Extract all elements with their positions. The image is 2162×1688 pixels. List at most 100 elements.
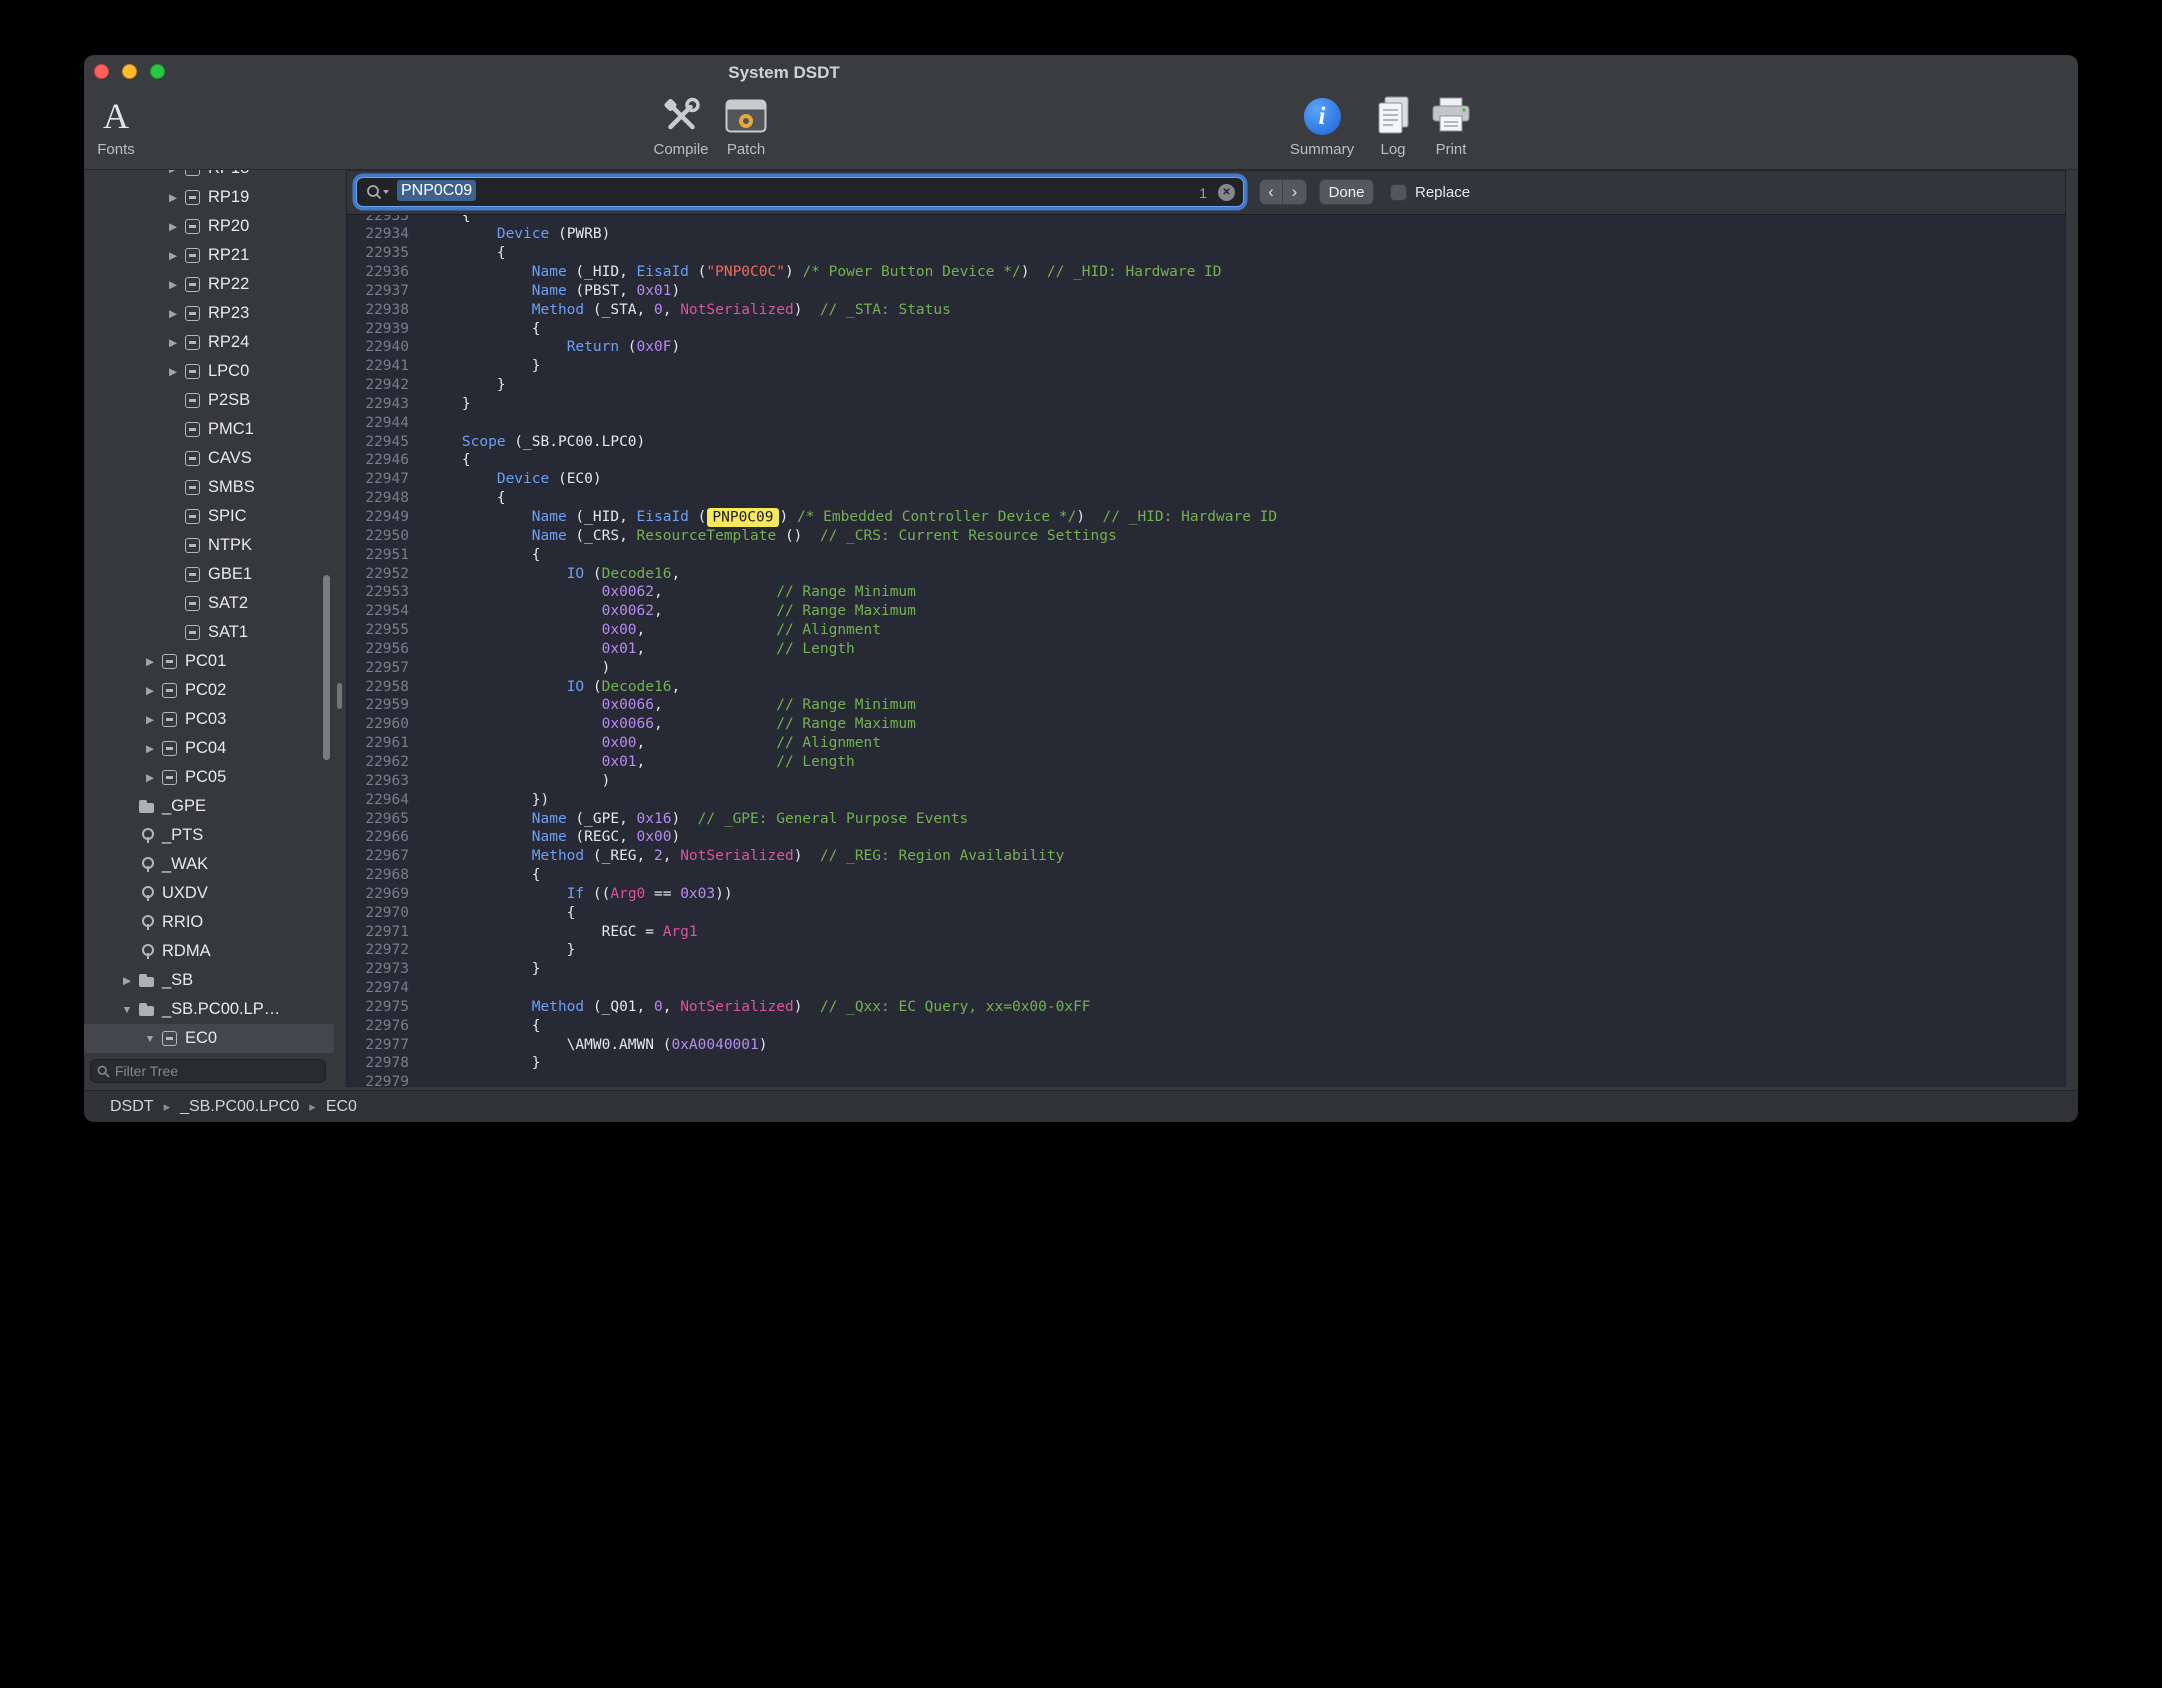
line-number: 22947: [347, 470, 409, 489]
sidebar-item-ntpk[interactable]: NTPK: [84, 531, 334, 560]
sidebar-item-rp23[interactable]: ▶RP23: [84, 299, 334, 328]
clear-search-button[interactable]: ✕: [1218, 184, 1235, 201]
code-editor[interactable]: 22933 {22934 Device (PWRB)22935 {22936 N…: [347, 214, 2065, 1086]
patch-button[interactable]: Patch: [725, 89, 767, 158]
line-number: 22971: [347, 923, 409, 942]
disclosure-collapsed-icon[interactable]: ▶: [164, 250, 182, 262]
find-previous-button[interactable]: ‹: [1259, 179, 1283, 205]
sidebar-item-cavs[interactable]: CAVS: [84, 444, 334, 473]
search-field[interactable]: PNP0C09 1 ✕: [356, 177, 1244, 207]
breadcrumb-root[interactable]: DSDT: [110, 1098, 154, 1116]
sidebar-item-pts[interactable]: _PTS: [84, 821, 334, 850]
sidebar-item-gpe[interactable]: _GPE: [84, 792, 334, 821]
sidebar-item-uxdv[interactable]: UXDV: [84, 879, 334, 908]
fonts-button[interactable]: A Fonts: [97, 89, 135, 158]
breadcrumb-scope[interactable]: _SB.PC00.LPC0: [180, 1098, 299, 1116]
sidebar-item-rp21[interactable]: ▶ RP21: [84, 241, 334, 270]
line-text: Name (_GPE, 0x16) // _GPE: General Purpo…: [409, 810, 968, 829]
sidebar-item-sat2[interactable]: SAT2: [84, 589, 334, 618]
line-number: 22961: [347, 734, 409, 753]
disclosure-collapsed-icon[interactable]: ▶: [164, 337, 182, 349]
sidebar-item-rp24[interactable]: ▶RP24: [84, 328, 334, 357]
minimize-button[interactable]: [122, 64, 137, 79]
log-button[interactable]: Log: [1373, 89, 1413, 158]
disclosure-expanded-icon[interactable]: ▼: [118, 1004, 136, 1016]
line-text: {: [409, 244, 506, 263]
code-line: 22974: [347, 979, 2065, 998]
sidebar-item-pmc1[interactable]: PMC1: [84, 415, 334, 444]
sidebar-item-rp19[interactable]: ▶RP19: [84, 183, 334, 212]
line-number: 22951: [347, 546, 409, 565]
disclosure-collapsed-icon[interactable]: ▶: [141, 685, 159, 697]
close-button[interactable]: [94, 64, 109, 79]
sidebar-item-pc04[interactable]: ▶PC04: [84, 734, 334, 763]
sidebar-scrollbar[interactable]: [323, 575, 330, 760]
sidebar-item-spic[interactable]: SPIC: [84, 502, 334, 531]
disclosure-collapsed-icon[interactable]: ▶: [141, 743, 159, 755]
line-number: 22938: [347, 301, 409, 320]
line-text: 0x01, // Length: [409, 640, 855, 659]
line-text: {: [409, 866, 541, 885]
sidebar-item-sb-pc00-lp[interactable]: ▼ _SB.PC00.LP…: [84, 995, 334, 1024]
filter-field[interactable]: [90, 1059, 326, 1083]
line-number: 22935: [347, 244, 409, 263]
disclosure-expanded-icon[interactable]: ▼: [141, 1033, 159, 1045]
disclosure-collapsed-icon[interactable]: ▶: [164, 366, 182, 378]
compile-button[interactable]: Compile: [653, 89, 708, 158]
sidebar-item-wak[interactable]: _WAK: [84, 850, 334, 879]
sidebar-item-rp22[interactable]: ▶ RP22: [84, 270, 334, 299]
sidebar-item-rrio[interactable]: RRIO: [84, 908, 334, 937]
app-window: System DSDT A Fonts Compile: [84, 55, 2078, 1122]
done-button[interactable]: Done: [1319, 179, 1374, 205]
sidebar-item-pc03[interactable]: ▶PC03: [84, 705, 334, 734]
filter-input[interactable]: [115, 1063, 319, 1079]
line-number: 22958: [347, 678, 409, 697]
breadcrumb-separator: ▸: [309, 1099, 316, 1115]
disclosure-collapsed-icon[interactable]: ▶: [164, 279, 182, 291]
sidebar-item-lpc0[interactable]: ▶LPC0: [84, 357, 334, 386]
disclosure-collapsed-icon[interactable]: ▶: [141, 656, 159, 668]
find-nav-segment: ‹ ›: [1259, 179, 1307, 205]
sidebar-item-rp18[interactable]: ▶ RP18: [84, 170, 334, 183]
sidebar-item-pc02[interactable]: ▶PC02: [84, 676, 334, 705]
sidebar-item-smbs[interactable]: SMBS: [84, 473, 334, 502]
breadcrumb-device[interactable]: EC0: [326, 1098, 357, 1116]
disclosure-collapsed-icon[interactable]: ▶: [164, 308, 182, 320]
disclosure-collapsed-icon[interactable]: ▶: [164, 221, 182, 233]
sidebar-item-ec0[interactable]: ▼ EC0: [84, 1024, 334, 1053]
code-line: 22978 }: [347, 1054, 2065, 1073]
line-text: Method (_REG, 2, NotSerialized) // _REG:…: [409, 847, 1064, 866]
print-button[interactable]: Print: [1429, 89, 1473, 158]
sidebar-item-sat1[interactable]: SAT1: [84, 618, 334, 647]
splitter-handle[interactable]: [337, 683, 342, 709]
summary-button[interactable]: i Summary: [1290, 89, 1354, 158]
code-line: 22969 If ((Arg0 == 0x03)): [347, 885, 2065, 904]
sidebar-item-rdma[interactable]: RDMA: [84, 937, 334, 966]
code-line: 22970 {: [347, 904, 2065, 923]
sidebar-item-gbe1[interactable]: GBE1: [84, 560, 334, 589]
sidebar-item-label: RP22: [208, 275, 249, 294]
sidebar-item-rp20[interactable]: ▶RP20: [84, 212, 334, 241]
sidebar-item-p2sb[interactable]: P2SB: [84, 386, 334, 415]
replace-checkbox[interactable]: [1390, 184, 1407, 201]
sidebar-item-label: RP18: [208, 170, 249, 178]
zoom-button[interactable]: [150, 64, 165, 79]
disclosure-collapsed-icon[interactable]: ▶: [164, 192, 182, 204]
find-next-button[interactable]: ›: [1283, 179, 1307, 205]
sidebar-item-pc01[interactable]: ▶PC01: [84, 647, 334, 676]
device-icon: [184, 276, 201, 293]
sidebar-item-label: EC0: [185, 1029, 217, 1048]
disclosure-collapsed-icon[interactable]: ▶: [141, 772, 159, 784]
code-line: 22962 0x01, // Length: [347, 753, 2065, 772]
filter-search-icon: [97, 1065, 110, 1078]
titlebar[interactable]: System DSDT: [84, 55, 2078, 89]
line-text: }: [409, 1054, 541, 1073]
sidebar-item-sb[interactable]: ▶_SB: [84, 966, 334, 995]
disclosure-collapsed-icon[interactable]: ▶: [118, 975, 136, 987]
sidebar-item-label: RP21: [208, 246, 249, 265]
disclosure-collapsed-icon[interactable]: ▶: [141, 714, 159, 726]
device-icon: [184, 363, 201, 380]
sidebar-item-label: _SB.PC00.LP…: [162, 1000, 280, 1019]
disclosure-collapsed-icon[interactable]: ▶: [164, 170, 182, 175]
sidebar-item-pc05[interactable]: ▶PC05: [84, 763, 334, 792]
